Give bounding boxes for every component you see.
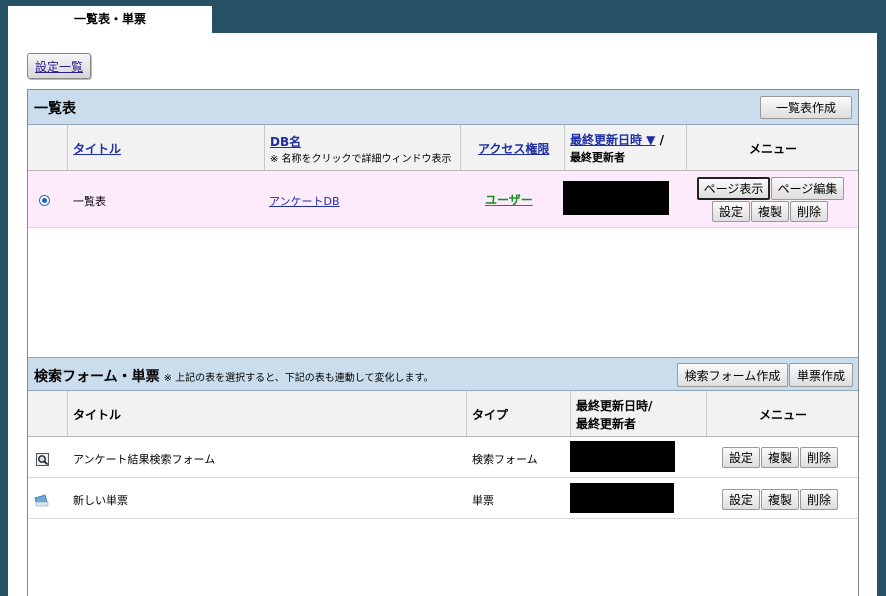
form-row-updated-redacted [570,483,674,513]
page-edit-button[interactable]: ページ編集 [771,177,844,200]
list-menu-column: メニュー [687,125,858,170]
single-form-settings-button[interactable]: 設定 [722,489,760,510]
form-section-title: 検索フォーム・単票 ※ 上記の表を選択すると、下記の表も連動して変化します。 [34,366,433,386]
form-title-column: タイトル [68,391,467,436]
list-section-title: 一覧表 [34,101,76,117]
page-view-button[interactable]: ページ表示 [697,177,770,200]
create-list-button[interactable]: 一覧表作成 [760,96,852,119]
search-form-copy-button[interactable]: 複製 [761,447,799,468]
list-row-updated-redacted [563,181,669,215]
single-form-delete-button[interactable]: 削除 [800,489,838,510]
form-section-header: 検索フォーム・単票 ※ 上記の表を選択すると、下記の表も連動して変化します。 検索… [28,357,858,391]
card-icon [34,492,50,507]
content-panel: 一覧表 一覧表作成 タイトル DB名 ※ 名称をクリックで詳細ウィンドウ表示 ア… [27,89,859,596]
list-row-selected[interactable]: 一覧表 アンケートDB ユーザー ページ表示 ページ編集 設定 複製 削除 [28,171,858,228]
form-type-column: タイプ [467,391,571,436]
create-single-form-button[interactable]: 単票作成 [789,363,853,387]
updated-separator: / [655,133,664,147]
single-form-copy-button[interactable]: 複製 [761,489,799,510]
title-sort-link[interactable]: タイトル [73,140,121,157]
form-table-header: タイトル タイプ 最終更新日時/ 最終更新者 メニュー [28,391,858,437]
list-updated-column: 最終更新日時 ▼ / 最終更新者 [565,125,687,170]
db-name-note: ※ 名称をクリックで詳細ウィンドウ表示 [270,154,452,165]
updater-label: 最終更新者 [570,151,625,164]
tab-list-and-forms[interactable]: 一覧表・単票 [8,6,212,34]
form-row-search[interactable]: アンケート結果検索フォーム 検索フォーム 設定 複製 削除 [28,437,858,478]
list-menu-label: メニュー [749,142,798,156]
form-type-label: タイプ [472,408,509,422]
form-row-single[interactable]: 新しい単票 単票 設定 複製 削除 [28,478,858,519]
access-sort-link[interactable]: アクセス権限 [478,140,549,157]
form-menu-label: メニュー [759,408,808,422]
list-row-radio[interactable] [39,195,50,206]
form-updated-label: 最終更新日時/ [576,399,653,413]
search-form-delete-button[interactable]: 削除 [800,447,838,468]
form-row-type: 単票 [472,494,494,507]
form-section-note: ※ 上記の表を選択すると、下記の表も連動して変化します。 [163,373,434,384]
list-row-title: 一覧表 [73,195,106,208]
form-updated-column: 最終更新日時/ 最終更新者 [571,391,707,436]
list-row-db-link[interactable]: アンケートDB [269,193,340,209]
form-title-label: タイトル [73,408,122,422]
form-menu-column: メニュー [707,391,858,436]
form-icon-column [28,391,68,436]
form-section-title-text: 検索フォーム・単票 [34,369,160,385]
form-updater-label: 最終更新者 [576,417,637,431]
settings-list-button[interactable]: 設定一覧 [27,53,91,79]
create-search-form-button[interactable]: 検索フォーム作成 [677,363,788,387]
form-row-updated-redacted [570,441,675,472]
magnifier-icon [36,451,49,466]
list-select-column [28,125,68,170]
list-table-header: タイトル DB名 ※ 名称をクリックで詳細ウィンドウ表示 アクセス権限 最終更新… [28,125,858,171]
form-row-title: 新しい単票 [73,494,128,507]
form-row-title: アンケート結果検索フォーム [73,453,216,466]
list-settings-button[interactable]: 設定 [712,201,750,222]
list-copy-button[interactable]: 複製 [751,201,789,222]
main-content: 設定一覧 一覧表 一覧表作成 タイトル DB名 ※ 名称をクリックで詳細ウィンド… [8,33,877,596]
list-title-column: タイトル [68,125,265,170]
form-row-type: 検索フォーム [472,453,538,466]
list-section-header: 一覧表 一覧表作成 [28,90,858,125]
list-db-column: DB名 ※ 名称をクリックで詳細ウィンドウ表示 [265,125,461,170]
list-delete-button[interactable]: 削除 [790,201,828,222]
search-form-settings-button[interactable]: 設定 [722,447,760,468]
list-access-column: アクセス権限 [461,125,565,170]
db-name-sort-link[interactable]: DB名 [270,133,301,150]
list-row-access-link[interactable]: ユーザー [485,191,533,208]
updated-sort-link[interactable]: 最終更新日時 ▼ [570,133,655,147]
